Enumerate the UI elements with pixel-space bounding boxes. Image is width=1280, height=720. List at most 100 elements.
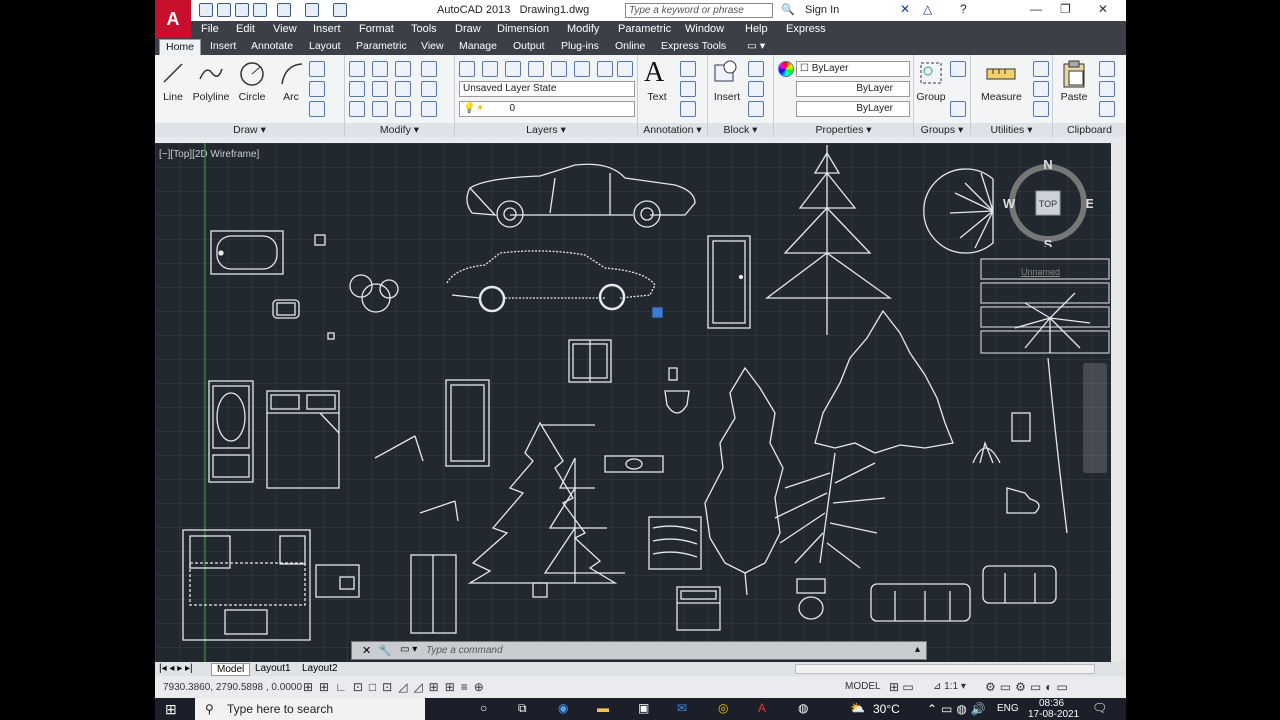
pine-tree-top[interactable] xyxy=(765,145,893,335)
sign-in-link[interactable]: Sign In xyxy=(805,4,839,16)
menu-dimension[interactable]: Dimension xyxy=(497,23,549,35)
layer-icon[interactable] xyxy=(597,61,613,77)
drawing-area[interactable]: [−][Top][2D Wireframe] TOP N S E W Unnam… xyxy=(155,143,1111,662)
polyline-button[interactable]: Polyline xyxy=(191,91,231,103)
ribbon-toggle-icon[interactable]: ▭ ▾ xyxy=(747,40,765,52)
menu-view[interactable]: View xyxy=(273,23,297,35)
notification-icon[interactable]: 🗨 xyxy=(1092,701,1107,715)
tab-plugins[interactable]: Plug-ins xyxy=(561,40,599,52)
help-icon[interactable]: ? xyxy=(960,2,967,16)
text-button[interactable]: Text xyxy=(642,91,672,103)
binoculars-icon[interactable]: 🔍 xyxy=(781,3,795,16)
color-icon[interactable] xyxy=(778,61,794,77)
redo-icon[interactable] xyxy=(333,3,347,17)
rotate-icon[interactable] xyxy=(372,61,388,77)
layer-icon[interactable] xyxy=(528,61,544,77)
utilities-panel-title[interactable]: Utilities ▾ xyxy=(971,123,1052,137)
viewcube-west[interactable]: W xyxy=(1003,196,1016,211)
toilet-side[interactable] xyxy=(1006,412,1040,514)
workspace-icons[interactable]: ⚙▭⚙▭◐▭ xyxy=(985,680,1072,694)
measure-button[interactable]: Measure xyxy=(981,91,1022,103)
washbasin[interactable] xyxy=(796,578,826,620)
clock-date[interactable]: 17-08-2021 xyxy=(1028,709,1079,720)
clock-time[interactable]: 08:36 xyxy=(1039,698,1064,709)
help-search-input[interactable]: Type a keyword or phrase xyxy=(625,3,773,18)
erase-icon[interactable] xyxy=(421,61,437,77)
copy-icon[interactable] xyxy=(349,81,365,97)
circle-button[interactable]: Circle xyxy=(237,91,267,103)
bathtub[interactable] xyxy=(210,230,284,275)
layer-properties-icon[interactable] xyxy=(459,61,475,77)
window-elevation[interactable] xyxy=(568,339,612,383)
layer-icon[interactable] xyxy=(574,61,590,77)
chrome-icon[interactable]: ◎ xyxy=(718,701,728,715)
deciduous-tree[interactable] xyxy=(814,309,954,454)
recent-commands-icon[interactable]: ▭ ▾ xyxy=(400,644,417,655)
navigation-bar[interactable] xyxy=(1083,363,1107,473)
lineweight-dropdown[interactable]: ByLayer xyxy=(796,101,910,117)
array-icon[interactable] xyxy=(395,101,411,117)
restore-icon[interactable]: ❐ xyxy=(1060,2,1071,16)
bush-side[interactable] xyxy=(972,440,1001,464)
groups-panel-title[interactable]: Groups ▾ xyxy=(914,123,970,137)
region-icon[interactable] xyxy=(309,101,325,117)
measure-icon[interactable] xyxy=(985,63,1017,85)
layer-icon[interactable] xyxy=(617,61,633,77)
spiral-stair[interactable] xyxy=(923,168,994,254)
calculator-icon[interactable] xyxy=(1033,61,1049,77)
wood-block[interactable] xyxy=(648,516,702,570)
tab-online[interactable]: Online xyxy=(615,40,645,52)
paste-icon[interactable] xyxy=(1061,59,1087,89)
small-block[interactable] xyxy=(314,234,326,246)
tab-manage[interactable]: Manage xyxy=(459,40,497,52)
kitchen-plan[interactable] xyxy=(182,529,311,641)
store-icon[interactable]: ▣ xyxy=(638,701,649,715)
model-space-button[interactable]: MODEL xyxy=(845,681,881,692)
mail-icon[interactable]: ✉ xyxy=(677,701,687,715)
open-icon[interactable] xyxy=(217,3,231,17)
quick-select-icon[interactable] xyxy=(1033,81,1049,97)
group-icon[interactable] xyxy=(918,59,944,87)
temperature[interactable]: 30°C xyxy=(873,702,900,716)
viewcube-east[interactable]: E xyxy=(1086,196,1093,211)
annotation-panel-title[interactable]: Annotation ▾ xyxy=(638,123,707,137)
color-dropdown[interactable]: ☐ ByLayer xyxy=(796,61,910,77)
grip-square[interactable] xyxy=(652,307,663,318)
stretch-icon[interactable] xyxy=(349,101,365,117)
fillet-icon[interactable] xyxy=(395,81,411,97)
scale-icon[interactable] xyxy=(372,101,388,117)
ungroup-icon[interactable] xyxy=(950,61,966,77)
menu-file[interactable]: File xyxy=(201,23,219,35)
coordinates[interactable]: 7930.3860, 2790.5898 , 0.0000 xyxy=(163,682,302,693)
command-input[interactable]: Type a command xyxy=(426,645,503,656)
linetype-dropdown[interactable]: ByLayer xyxy=(796,81,910,97)
obs-icon[interactable]: ◍ xyxy=(798,701,808,715)
menu-modify[interactable]: Modify xyxy=(567,23,599,35)
wrench-icon[interactable]: 🔧 xyxy=(378,644,392,657)
range-block[interactable] xyxy=(208,380,254,483)
sofa-2[interactable] xyxy=(982,565,1057,604)
christmas-tree-2[interactable] xyxy=(543,457,625,583)
tree-outline-large[interactable] xyxy=(704,366,784,596)
tab-home[interactable]: Home xyxy=(159,39,202,55)
door-elevation-2[interactable] xyxy=(445,379,490,467)
edit-block-icon[interactable] xyxy=(748,81,764,97)
layer-state-dropdown[interactable]: Unsaved Layer State xyxy=(459,81,635,97)
refrigerator[interactable] xyxy=(410,554,457,634)
toilet[interactable] xyxy=(664,367,690,414)
viewcube-south[interactable]: S xyxy=(1044,237,1053,247)
tab-parametric[interactable]: Parametric xyxy=(356,40,407,52)
tab-layout[interactable]: Layout xyxy=(309,40,341,52)
menu-draw[interactable]: Draw xyxy=(455,23,481,35)
fern-tree[interactable] xyxy=(774,452,886,569)
menu-window[interactable]: Window xyxy=(685,23,724,35)
save-icon[interactable] xyxy=(235,3,249,17)
ucs-menu[interactable]: Unnamed xyxy=(1021,267,1060,277)
tray-icons[interactable]: ⌃▭◍🔊 xyxy=(927,702,990,716)
move-icon[interactable] xyxy=(349,61,365,77)
cmd-expand-icon[interactable]: ▴ xyxy=(915,644,920,655)
viewcube-top[interactable]: TOP xyxy=(1039,199,1057,209)
properties-panel-title[interactable]: Properties ▾ xyxy=(774,123,913,137)
polyline-icon[interactable] xyxy=(198,61,224,85)
copy-clip-icon[interactable] xyxy=(1099,81,1115,97)
